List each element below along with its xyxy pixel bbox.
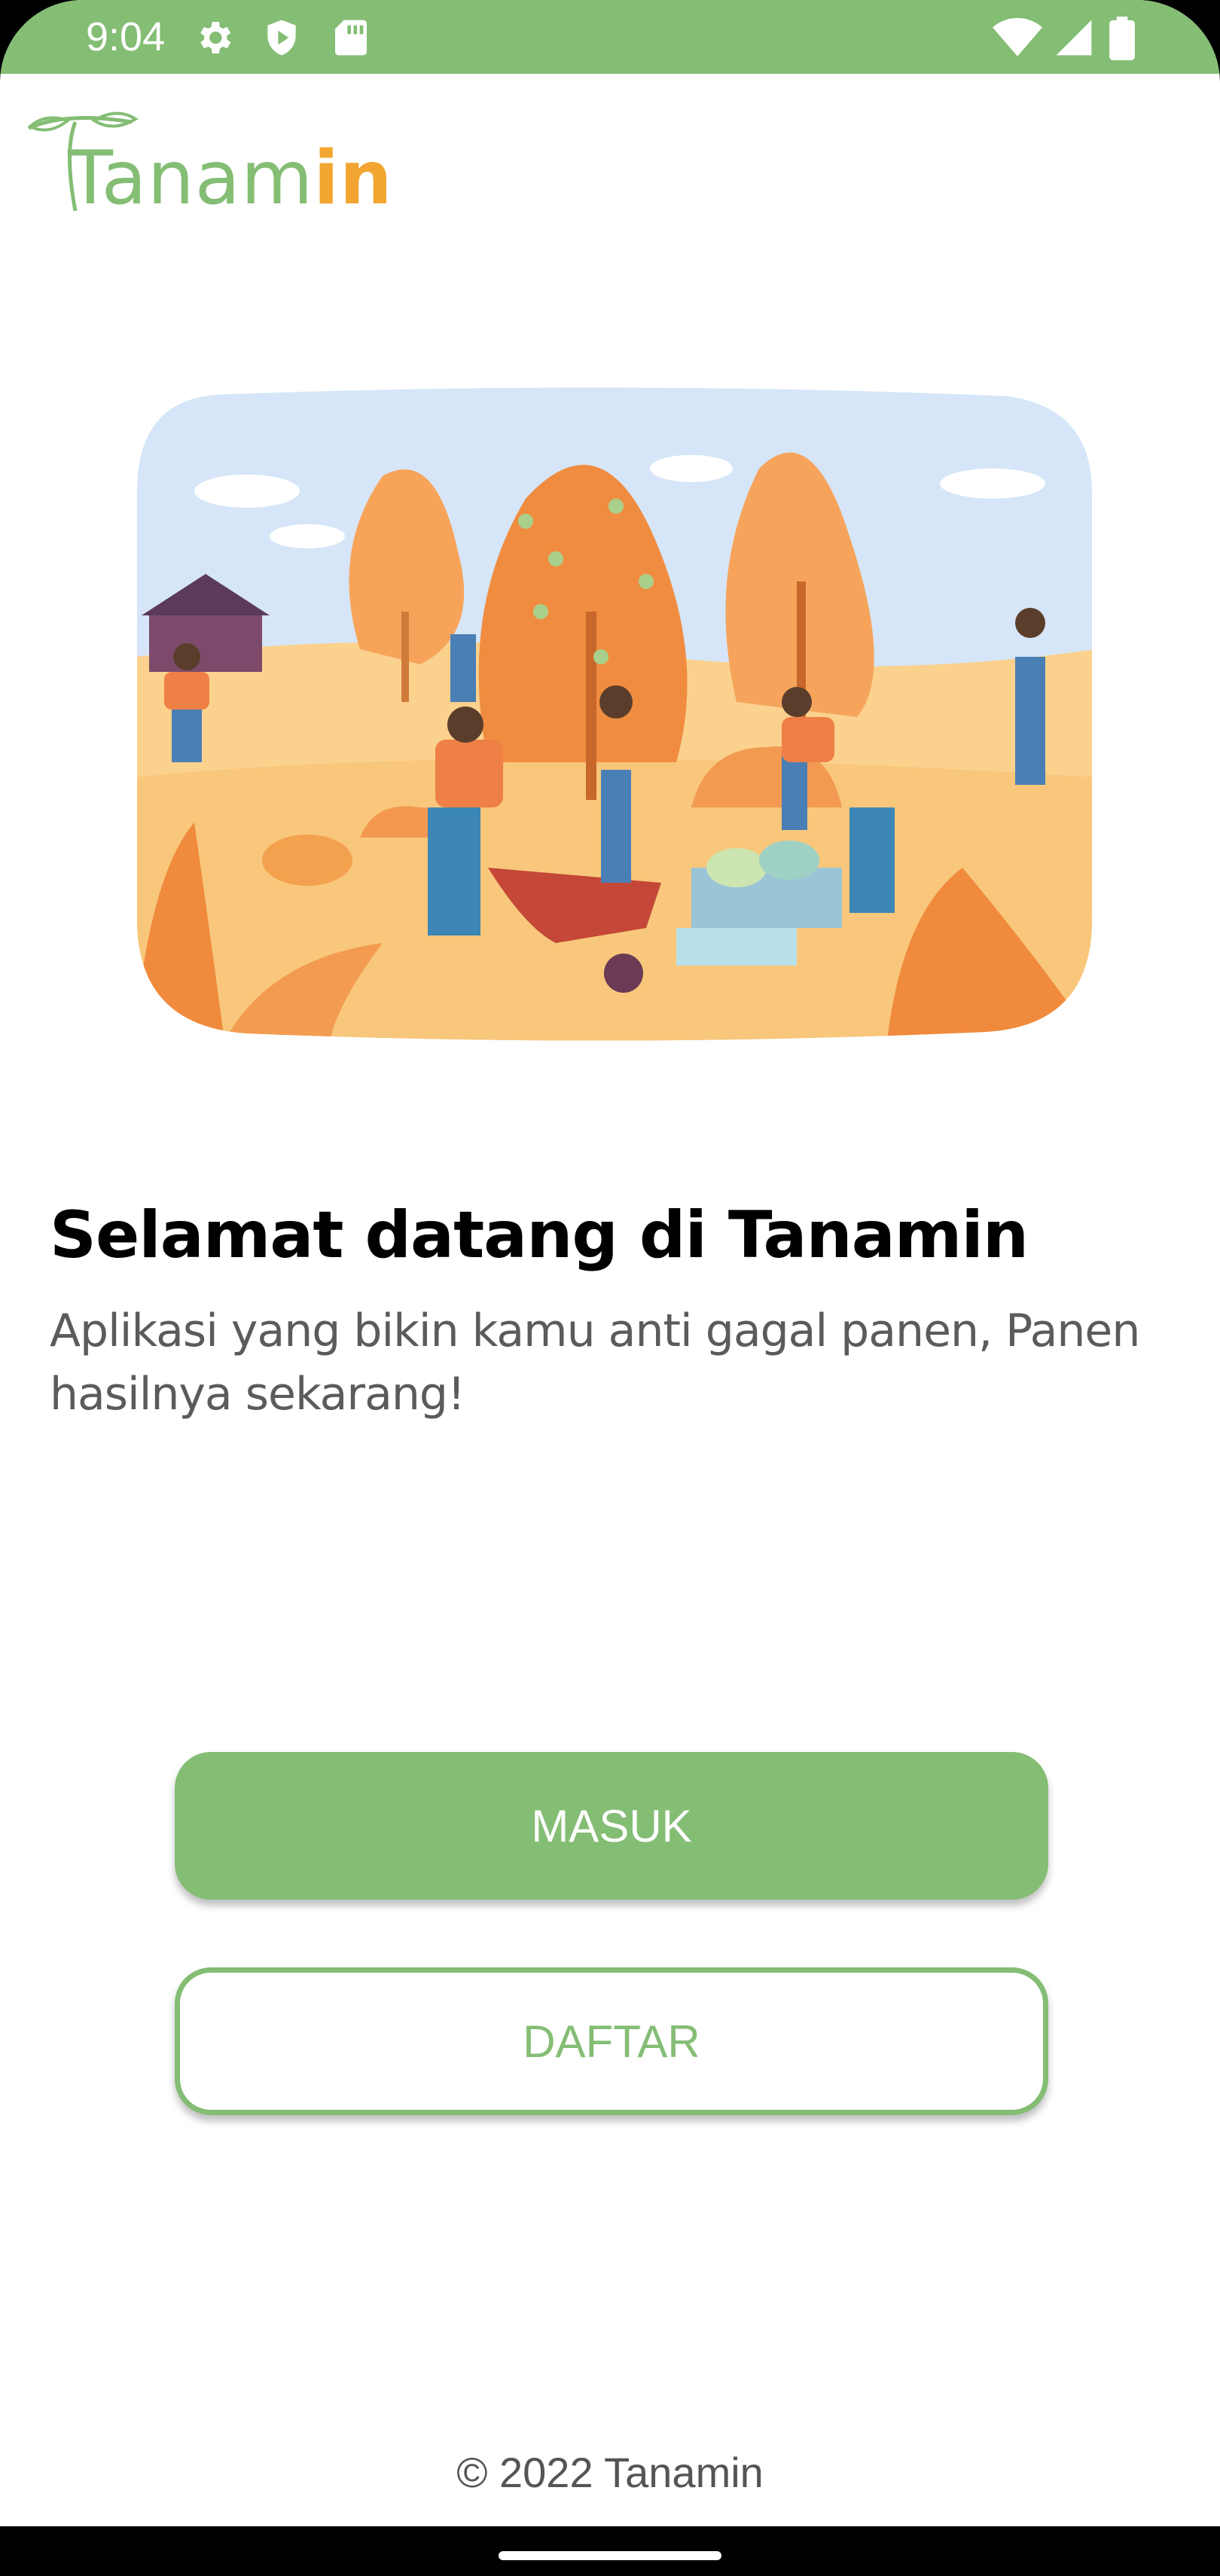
register-button[interactable]: DAFTAR	[175, 1967, 1048, 2115]
farming-illustration	[136, 387, 1093, 1041]
login-button-label: MASUK	[531, 1800, 692, 1851]
app-screen: 9:04 Tanamin Selamat datang di Tanamin A…	[0, 0, 1220, 2576]
play-protect-icon	[267, 20, 296, 56]
logo-text-tanam: Tanam	[68, 136, 314, 221]
login-button[interactable]: MASUK	[175, 1752, 1048, 1900]
logo-text-in: in	[313, 136, 393, 221]
logo-text: Tanamin	[68, 136, 393, 221]
wifi-icon	[993, 17, 1042, 56]
welcome-title: Selamat datang di Tanamin	[50, 1198, 1029, 1273]
register-button-label: DAFTAR	[523, 2016, 700, 2067]
status-time: 9:04	[86, 14, 166, 60]
tanamin-logo: Tanamin	[23, 105, 392, 221]
battery-icon	[1109, 17, 1135, 60]
sd-card-icon	[335, 20, 367, 56]
welcome-subtitle: Aplikasi yang bikin kamu anti gagal pane…	[50, 1305, 1140, 1421]
gear-icon	[200, 22, 231, 53]
status-bar: 9:04	[0, 0, 1220, 74]
signal-icon	[1056, 20, 1092, 56]
copyright-text: © 2022 Tanamin	[456, 2449, 764, 2496]
home-indicator[interactable]	[499, 2551, 721, 2560]
